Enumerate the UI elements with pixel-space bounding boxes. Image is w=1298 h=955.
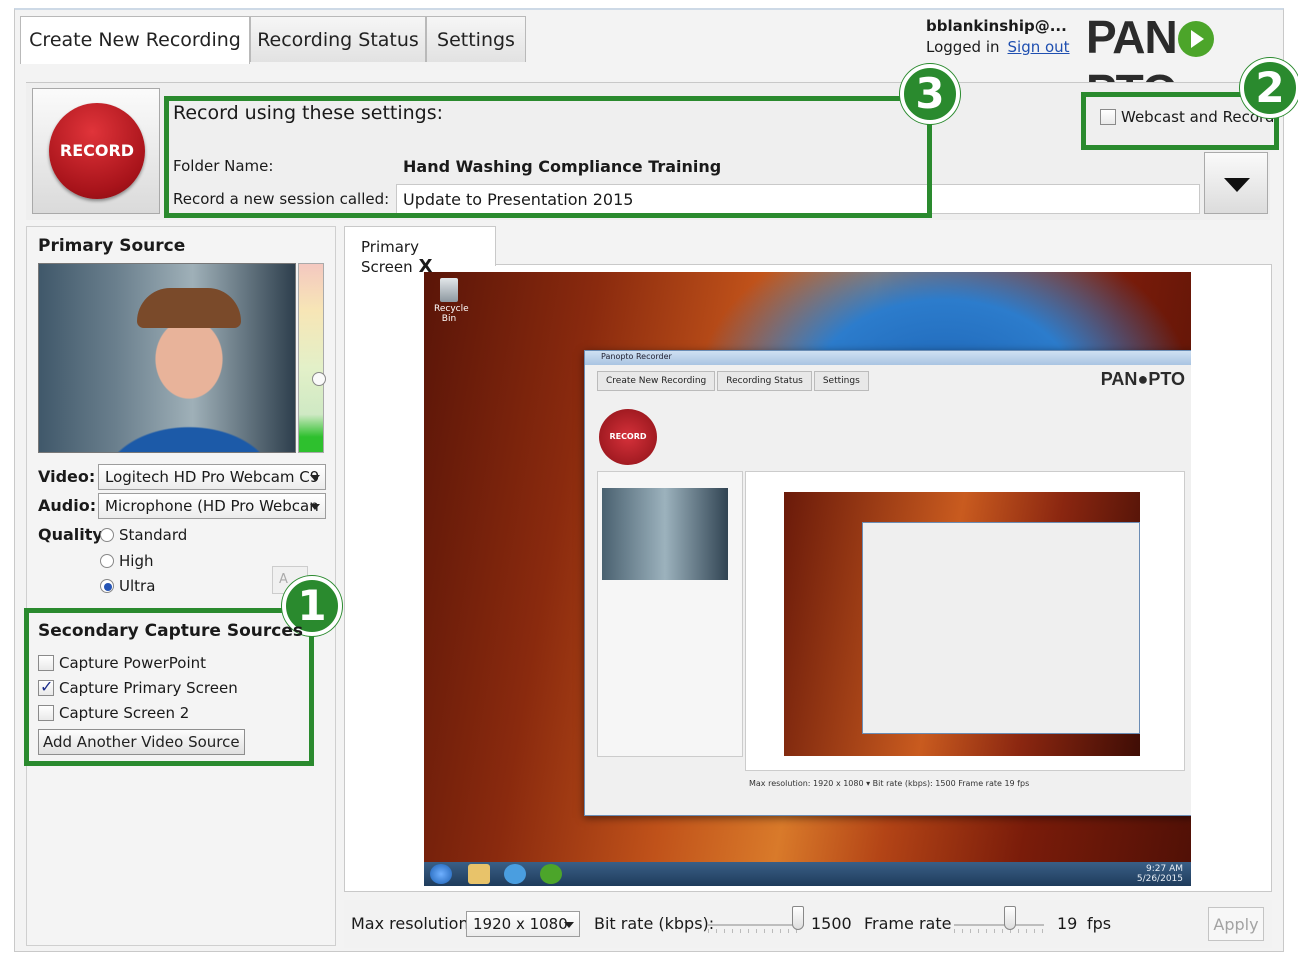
radio-icon[interactable] [100,554,114,568]
tab-recording-status[interactable]: Recording Status [250,16,426,62]
checkbox-icon[interactable] [38,655,54,671]
framerate-ticks [954,929,1044,933]
nested-webcam [602,488,728,580]
start-icon [430,864,452,884]
chevron-down-icon [564,922,574,928]
nested-tab: Settings [813,371,869,391]
nested-window-2 [862,522,1140,734]
capture-screen-2-checkbox[interactable]: Capture Screen 2 [38,704,189,722]
capture-primary-screen-checkbox[interactable]: Capture Primary Screen [38,677,238,697]
capture-powerpoint-checkbox[interactable]: Capture PowerPoint [38,654,206,672]
bitrate-slider-handle[interactable] [792,906,804,930]
screen-preview: Recycle Bin Panopto Recorder Create New … [424,272,1191,886]
fps-label: fps [1087,914,1112,933]
webcam-person [137,288,241,328]
quality-standard-label: Standard [119,526,188,544]
nested-tabs: Create New Recording Recording Status Sett… [597,371,871,391]
secondary-sources-title: Secondary Capture Sources [38,621,303,641]
bitrate-label: Bit rate (kbps): [594,914,715,933]
callout-badge-3: 3 [900,64,960,124]
record-label: RECORD [49,103,145,199]
radio-icon[interactable] [100,528,114,542]
quality-standard-radio[interactable]: Standard [100,526,187,544]
framerate-slider[interactable] [954,924,1044,926]
tab-primary-screen[interactable]: Primary Screen X [344,226,496,277]
quality-ultra-label: Ultra [119,577,156,595]
user-info: bblankinship@... Logged in Sign out [926,16,1070,58]
bitrate-value: 1500 [811,914,852,933]
video-select[interactable]: Logitech HD Pro Webcam C9 [98,464,326,490]
sign-out-link[interactable]: Sign out [1008,38,1070,56]
nested-preview [745,471,1185,771]
quality-high-label: High [119,552,154,570]
panopto-taskbar-icon [540,864,562,884]
checkbox-checked-icon[interactable] [38,677,54,696]
quality-label: Quality: [38,525,110,544]
tab-settings[interactable]: Settings [426,16,526,62]
nested-screen [784,492,1140,756]
callout-badge-2: 2 [1240,58,1298,118]
max-resolution-label: Max resolution: [351,914,474,933]
settings-dropdown-button[interactable] [1204,152,1268,214]
logo-text-left: PAN [1086,11,1178,63]
browser-icon [504,864,526,884]
taskbar: 9:27 AM 5/26/2015 [424,862,1191,886]
framerate-slider-handle[interactable] [1004,906,1016,930]
capture-primary-screen-label: Capture Primary Screen [59,679,238,697]
system-clock: 9:27 AM 5/26/2015 [1136,864,1183,884]
nested-tab: Create New Recording [597,371,716,391]
capture-screen-2-label: Capture Screen 2 [59,704,190,722]
chevron-down-icon [310,475,320,481]
nested-recorder-window: Panopto Recorder Create New Recording Rec… [584,350,1191,816]
chevron-down-icon [310,504,320,510]
audio-select-value: Microphone (HD Pro Webcan [105,497,319,515]
quality-ultra-radio[interactable]: Ultra [100,577,155,595]
nested-record-button: RECORD [599,409,657,465]
audio-gain-slider-handle[interactable] [312,372,326,386]
webcam-preview [38,263,296,453]
tab-create-new-recording[interactable]: Create New Recording [20,16,250,64]
add-video-source-button[interactable]: Add Another Video Source [38,729,245,755]
primary-source-title: Primary Source [38,236,186,256]
play-icon [1177,21,1214,57]
apply-button[interactable]: Apply [1208,907,1264,941]
radio-selected-icon[interactable] [100,579,114,593]
logged-in-label: Logged in [926,38,1000,56]
audio-select[interactable]: Microphone (HD Pro Webcan [98,493,326,519]
primary-screen-tab-label: Primary Screen [361,238,419,276]
framerate-label: Frame rate [864,914,952,933]
framerate-value: 19 [1057,914,1078,933]
close-icon[interactable]: X [419,256,433,277]
nested-left-panel [597,471,743,757]
bitrate-slider[interactable] [708,924,804,926]
user-name: bblankinship@... [926,17,1067,35]
audio-label: Audio: [38,496,97,515]
video-label: Video: [38,467,96,486]
nested-title-bar: Panopto Recorder [585,351,1191,365]
callout-box-3 [164,96,932,218]
max-resolution-select[interactable]: 1920 x 1080 [466,911,580,937]
checkbox-icon[interactable] [38,705,54,721]
nested-logo: PAN●PTO [1100,369,1185,389]
nested-footer: Max resolution: 1920 x 1080 ▾ Bit rate (… [749,779,1030,788]
video-select-value: Logitech HD Pro Webcam C9 [105,468,320,486]
record-button[interactable]: RECORD [32,88,160,214]
recycle-bin-icon: Recycle Bin [434,278,469,324]
folder-icon [468,864,490,884]
capture-powerpoint-label: Capture PowerPoint [59,654,207,672]
quality-high-radio[interactable]: High [100,552,153,570]
max-resolution-value: 1920 x 1080 [473,915,568,933]
nested-tab: Recording Status [717,371,812,391]
audio-level-meter [298,263,326,453]
bitrate-ticks [708,929,804,933]
recycle-bin-label: Recycle Bin [434,304,469,324]
